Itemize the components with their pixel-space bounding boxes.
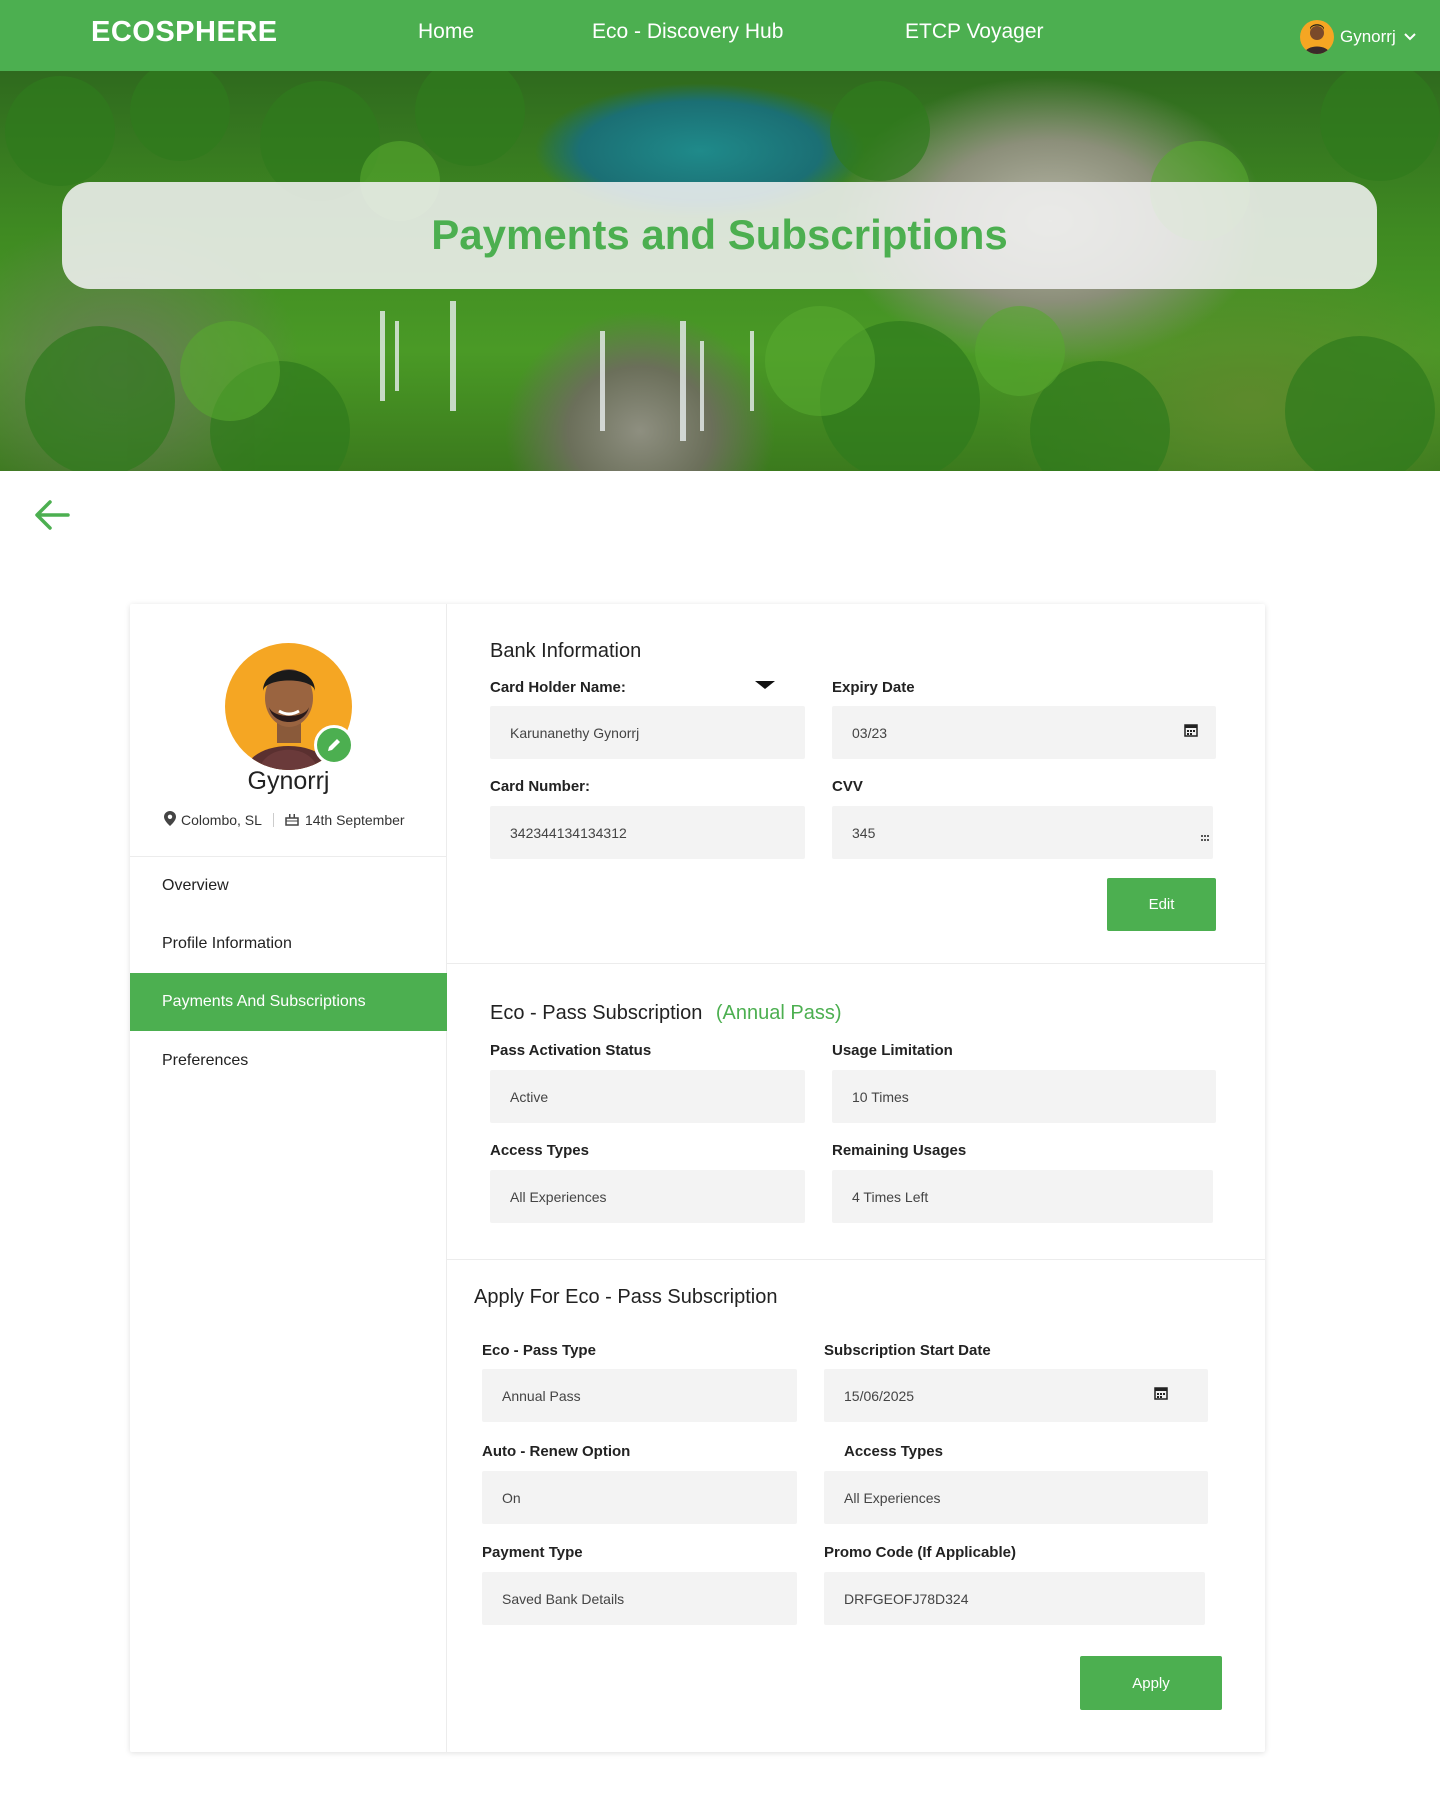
chevron-down-icon (1404, 28, 1416, 46)
sidebar-item-overview[interactable]: Overview (130, 857, 447, 915)
usage-limitation-label: Usage Limitation (832, 1042, 953, 1059)
nav-link-home[interactable]: Home (418, 20, 474, 44)
pass-activation-status-field[interactable]: Active (490, 1070, 805, 1123)
meta-divider (272, 813, 274, 827)
profile-meta: Colombo, SL 14th September (164, 811, 405, 829)
brand-logo[interactable]: ECOSPHERE (91, 16, 278, 49)
expiry-date-value: 03/23 (852, 724, 888, 741)
page-title: Payments and Subscriptions (431, 211, 1008, 258)
usage-limitation-field[interactable]: 10 Times (832, 1070, 1216, 1123)
payment-type-label: Payment Type (482, 1544, 583, 1561)
cvv-field[interactable]: 345 (832, 806, 1213, 859)
apply-eco-pass-title: Apply For Eco - Pass Subscription (474, 1286, 778, 1308)
apply-button[interactable]: Apply (1080, 1656, 1222, 1710)
user-name: Gynorrj (1340, 27, 1396, 46)
edit-bank-button[interactable]: Edit (1107, 878, 1216, 931)
pass-activation-status-label: Pass Activation Status (490, 1042, 652, 1059)
account-card: Gynorrj Colombo, SL 14th September Overv… (130, 604, 1265, 1752)
eco-pass-type-select[interactable]: Annual Pass (482, 1369, 797, 1422)
caret-down-icon (755, 676, 775, 694)
expiry-date-label: Expiry Date (832, 679, 915, 696)
section-divider (447, 963, 1265, 964)
auto-renew-label: Auto - Renew Option (482, 1443, 631, 1460)
nav-link-etcp-voyager[interactable]: ETCP Voyager (905, 20, 1044, 44)
card-holder-label: Card Holder Name: (490, 679, 626, 696)
cvv-value: 345 (852, 824, 876, 841)
apply-access-types-select[interactable]: All Experiences (824, 1471, 1208, 1524)
top-navbar: ECOSPHERE Home Eco - Discovery Hub ETCP … (0, 0, 1440, 71)
access-types-field[interactable]: All Experiences (490, 1170, 805, 1223)
subscription-start-date-value: 15/06/2025 (844, 1387, 915, 1404)
remaining-usages-field[interactable]: 4 Times Left (832, 1170, 1213, 1223)
auto-renew-select[interactable]: On (482, 1471, 797, 1524)
hero-banner: Payments and Subscriptions (0, 71, 1440, 471)
back-arrow-icon[interactable] (34, 498, 70, 532)
pencil-icon (328, 739, 340, 751)
promo-code-label: Promo Code (If Applicable) (824, 1544, 1016, 1561)
access-types-label: Access Types (490, 1142, 589, 1159)
annual-pass-badge: (Annual Pass) (715, 1002, 842, 1024)
sidebar-item-preferences[interactable]: Preferences (130, 1032, 447, 1090)
nav-link-eco-discovery-hub[interactable]: Eco - Discovery Hub (592, 20, 783, 44)
sidebar-item-payments-and-subscriptions[interactable]: Payments And Subscriptions (130, 973, 447, 1031)
profile-location: Colombo, SL (181, 812, 262, 828)
eco-pass-title-text: Eco - Pass Subscription (490, 1002, 703, 1024)
eco-pass-subscription-title: Eco - Pass Subscription (Annual Pass) (490, 1002, 842, 1025)
calendar-icon[interactable] (1154, 1386, 1168, 1403)
user-avatar (1300, 20, 1334, 54)
edit-avatar-button[interactable] (314, 725, 354, 765)
birthday-cake-icon (285, 812, 299, 829)
resize-handle-icon (1201, 828, 1209, 844)
bank-information-title: Bank Information (490, 640, 642, 662)
card-number-label: Card Number: (490, 778, 591, 795)
eco-pass-type-label: Eco - Pass Type (482, 1342, 596, 1359)
card-holder-field[interactable]: Karunanethy Gynorrj (490, 706, 805, 759)
payment-type-select[interactable]: Saved Bank Details (482, 1572, 797, 1625)
sidebar-item-profile-information[interactable]: Profile Information (130, 915, 447, 973)
location-pin-icon (164, 811, 176, 829)
profile-sidebar: Gynorrj Colombo, SL 14th September Overv… (130, 604, 447, 1752)
subscription-start-date-field[interactable]: 15/06/2025 (824, 1369, 1208, 1422)
card-number-field[interactable]: 342344134134312 (490, 806, 805, 859)
cvv-label: CVV (832, 778, 863, 795)
apply-access-types-label: Access Types (844, 1443, 943, 1460)
profile-birthday: 14th September (304, 812, 405, 828)
remaining-usages-label: Remaining Usages (832, 1142, 967, 1159)
profile-name: Gynorrj (247, 767, 330, 795)
hero-title-card: Payments and Subscriptions (62, 182, 1377, 289)
calendar-icon[interactable] (1184, 723, 1198, 740)
promo-code-input[interactable]: DRFGEOFJ78D324 (824, 1572, 1205, 1625)
subscription-start-date-label: Subscription Start Date (824, 1342, 991, 1359)
expiry-date-field[interactable]: 03/23 (832, 706, 1216, 759)
section-divider (447, 1259, 1265, 1260)
user-menu[interactable]: Gynorrj (1300, 20, 1416, 54)
